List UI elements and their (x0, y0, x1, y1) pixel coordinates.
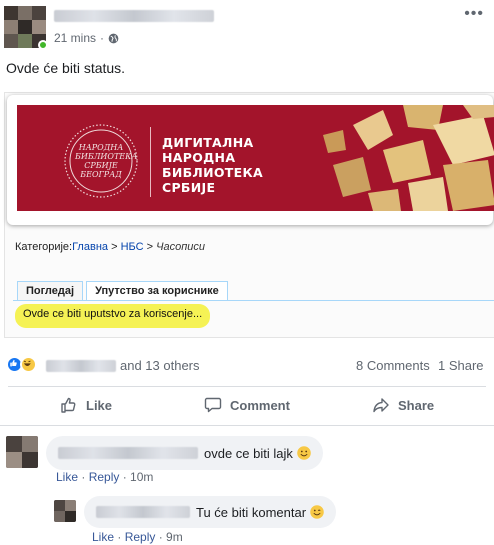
breadcrumb-nbs[interactable]: НБС (121, 241, 144, 253)
haha-reaction-icon[interactable] (20, 356, 37, 373)
replier-name-redacted[interactable] (96, 506, 190, 518)
online-status-dot (38, 40, 48, 50)
banner-frame: НАРОДНА БИБЛИОТЕКА СРБИЈЕ БЕОГРАД ДИГИТА… (7, 95, 494, 225)
breadcrumb: Категорије:Главна > НБС > Часописи (15, 241, 206, 253)
embed-tabs: Погледај Упутство за кориснике (17, 281, 228, 300)
comment-icon (204, 397, 222, 413)
comment-bubble: ovde ce biti lajk (46, 436, 323, 470)
share-arrow-icon (373, 398, 389, 413)
comment-label: Comment (230, 397, 290, 413)
post-action-bar: Like Comment Share (0, 390, 494, 424)
smile-emoji-icon (297, 446, 311, 460)
breadcrumb-current: Часописи (156, 241, 206, 253)
reactor-name-redacted[interactable] (46, 360, 116, 372)
divider (0, 425, 494, 426)
shares-count[interactable]: 1 Share (438, 358, 484, 373)
comment-time[interactable]: 10m (130, 470, 153, 484)
commenter-name-redacted[interactable] (58, 447, 198, 459)
comment-meta: Like · Reply · 10m (56, 470, 154, 484)
reply-bubble: Tu će biti komentar (84, 496, 337, 528)
thumbs-up-icon (61, 397, 76, 413)
more-options-icon[interactable]: ••• (464, 6, 484, 22)
comment-like-link[interactable]: Like (56, 470, 78, 484)
commenter-avatar[interactable] (6, 436, 38, 468)
post-timestamp[interactable]: 21 mins · (54, 31, 119, 45)
reply-reply-link[interactable]: Reply (125, 530, 156, 544)
banner-title: ДИГИТАЛНА НАРОДНА БИБЛИОТЕКА СРБИЈЕ (162, 135, 263, 195)
embedded-page-image[interactable]: НАРОДНА БИБЛИОТЕКА СРБИЈЕ БЕОГРАД ДИГИТА… (4, 92, 494, 338)
seal-text: НАРОДНА БИБЛИОТЕКА СРБИЈЕ БЕОГРАД (75, 143, 138, 179)
like-label: Like (86, 397, 113, 413)
divider (8, 386, 486, 387)
comment-reply-link[interactable]: Reply (89, 470, 120, 484)
comments-count[interactable]: 8 Comments (356, 358, 430, 373)
share-button[interactable]: Share (372, 396, 434, 414)
reply-like-link[interactable]: Like (92, 530, 114, 544)
reply-time[interactable]: 9m (166, 530, 183, 544)
manuscript-fragments-decoration (323, 105, 494, 211)
share-label: Share (398, 397, 435, 413)
post-status-text: Ovde će biti status. (6, 60, 126, 76)
reactors-others-text[interactable]: and 13 others (120, 358, 200, 373)
reactions-summary: and 13 others 8 Comments 1 Share (0, 352, 494, 376)
timestamp-text[interactable]: 21 mins (54, 31, 96, 45)
wink-emoji-icon (310, 505, 324, 519)
like-button[interactable]: Like (60, 396, 112, 414)
post-header: 21 mins · ••• (0, 0, 494, 56)
replier-avatar[interactable] (54, 500, 76, 522)
tab-view[interactable]: Погледај (17, 281, 84, 300)
tab-user-guide[interactable]: Упутство за кориснике (86, 281, 228, 300)
comment-button[interactable]: Comment (204, 396, 290, 414)
reply-text: Tu će biti komentar (196, 504, 307, 520)
reply-meta: Like · Reply · 9m (92, 530, 183, 544)
instructions-highlight-text: Ovde ce biti uputstvo za koriscenje... (15, 304, 211, 328)
comment-text: ovde ce biti lajk (204, 445, 293, 461)
author-name-redacted[interactable] (54, 10, 214, 22)
breadcrumb-main[interactable]: Главна (72, 241, 108, 253)
library-banner: НАРОДНА БИБЛИОТЕКА СРБИЈЕ БЕОГРАД ДИГИТА… (17, 105, 494, 211)
banner-divider (150, 127, 151, 197)
tab-underline (13, 300, 494, 301)
globe-icon (108, 33, 119, 43)
